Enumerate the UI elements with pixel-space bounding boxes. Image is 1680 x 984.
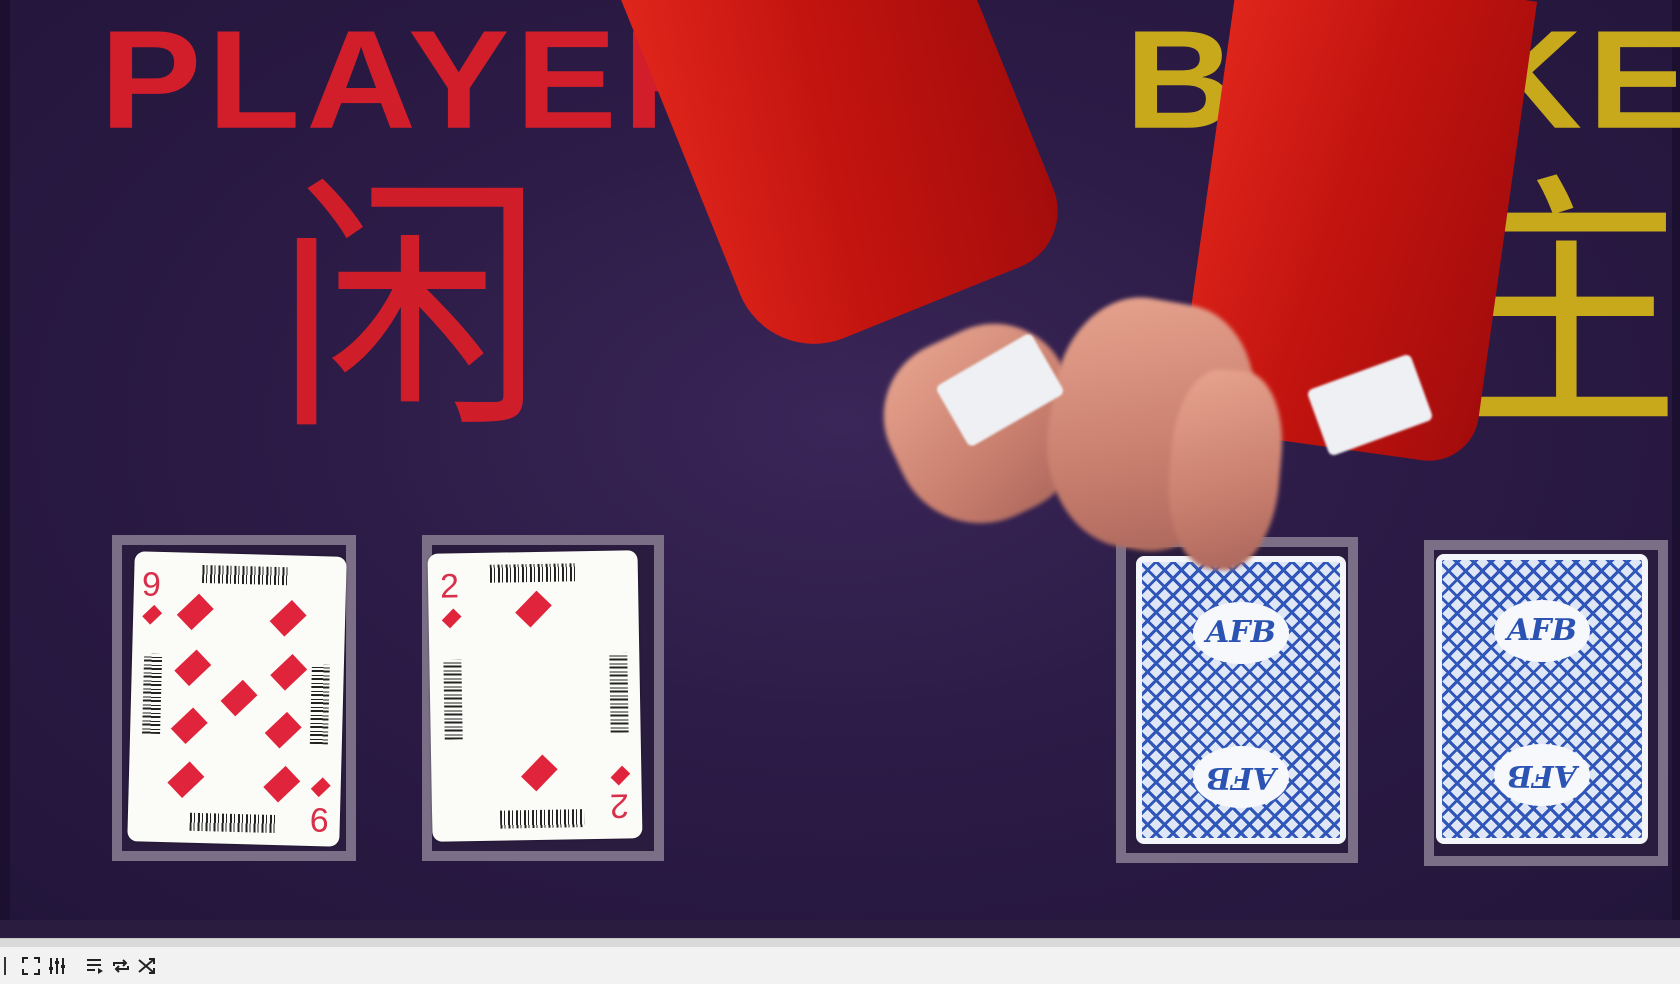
video-left-border bbox=[0, 0, 10, 938]
barcode-top bbox=[489, 563, 577, 583]
repeat-icon bbox=[113, 959, 129, 973]
player-card-two-of-diamonds: 2 2 bbox=[427, 550, 643, 842]
card-back-logo: AFB bbox=[1193, 746, 1289, 808]
volume-edge[interactable] bbox=[0, 957, 6, 975]
fullscreen-icon bbox=[22, 957, 40, 975]
video-area[interactable]: PLAYER 闲 BANKER 庄 9 9 bbox=[0, 0, 1680, 938]
barcode-bottom bbox=[189, 812, 276, 834]
card-rank-top: 9 bbox=[141, 565, 162, 604]
playlist-button[interactable] bbox=[82, 953, 108, 979]
diamond-icon bbox=[441, 608, 462, 629]
shuffle-icon bbox=[138, 958, 155, 974]
equalizer-button[interactable] bbox=[44, 953, 70, 979]
diamond-icon bbox=[167, 761, 205, 798]
media-player-window: PLAYER 闲 BANKER 庄 9 9 bbox=[0, 0, 1680, 984]
shuffle-button[interactable] bbox=[134, 953, 160, 979]
diamond-icon bbox=[142, 604, 163, 625]
playback-controls bbox=[0, 938, 1680, 984]
seek-bar[interactable] bbox=[0, 939, 1680, 947]
diamond-icon bbox=[521, 754, 558, 792]
card-rank-bottom: 2 bbox=[609, 786, 630, 825]
barcode-top bbox=[202, 565, 289, 586]
diamond-icon bbox=[515, 590, 552, 628]
player-label-chinese: 闲 bbox=[275, 152, 545, 467]
diamond-icon bbox=[220, 679, 258, 717]
barcode-left bbox=[443, 659, 463, 740]
player-card-nine-of-diamonds: 9 9 bbox=[127, 551, 347, 847]
barcode-left bbox=[142, 653, 163, 734]
card-back-logo: AFB bbox=[1494, 744, 1590, 806]
card-rank-top: 2 bbox=[439, 567, 460, 606]
diamond-icon bbox=[174, 649, 212, 687]
loop-button[interactable] bbox=[108, 953, 134, 979]
fullscreen-button[interactable] bbox=[18, 953, 44, 979]
diamond-icon bbox=[610, 765, 631, 786]
barcode-right bbox=[609, 652, 629, 733]
diamond-icon bbox=[170, 707, 208, 745]
diamond-icon bbox=[310, 777, 331, 798]
card-back-logo: AFB bbox=[1494, 600, 1590, 662]
diamond-icon bbox=[176, 593, 214, 631]
sliders-icon bbox=[49, 958, 65, 974]
diamond-icon bbox=[264, 711, 302, 749]
card-rank-bottom: 9 bbox=[309, 799, 330, 839]
banker-card-back-2: AFB AFB bbox=[1436, 554, 1648, 844]
diamond-icon bbox=[269, 600, 307, 637]
diamond-icon bbox=[263, 765, 301, 803]
playlist-icon bbox=[87, 959, 103, 974]
diamond-icon bbox=[270, 654, 308, 691]
dealer-left-sleeve bbox=[605, 0, 1076, 368]
card-back-logo: AFB bbox=[1193, 602, 1289, 664]
barcode-bottom bbox=[499, 809, 585, 829]
table-bottom-edge bbox=[0, 920, 1680, 938]
barcode-right bbox=[309, 663, 330, 745]
banker-card-back-1: AFB AFB bbox=[1136, 556, 1346, 844]
